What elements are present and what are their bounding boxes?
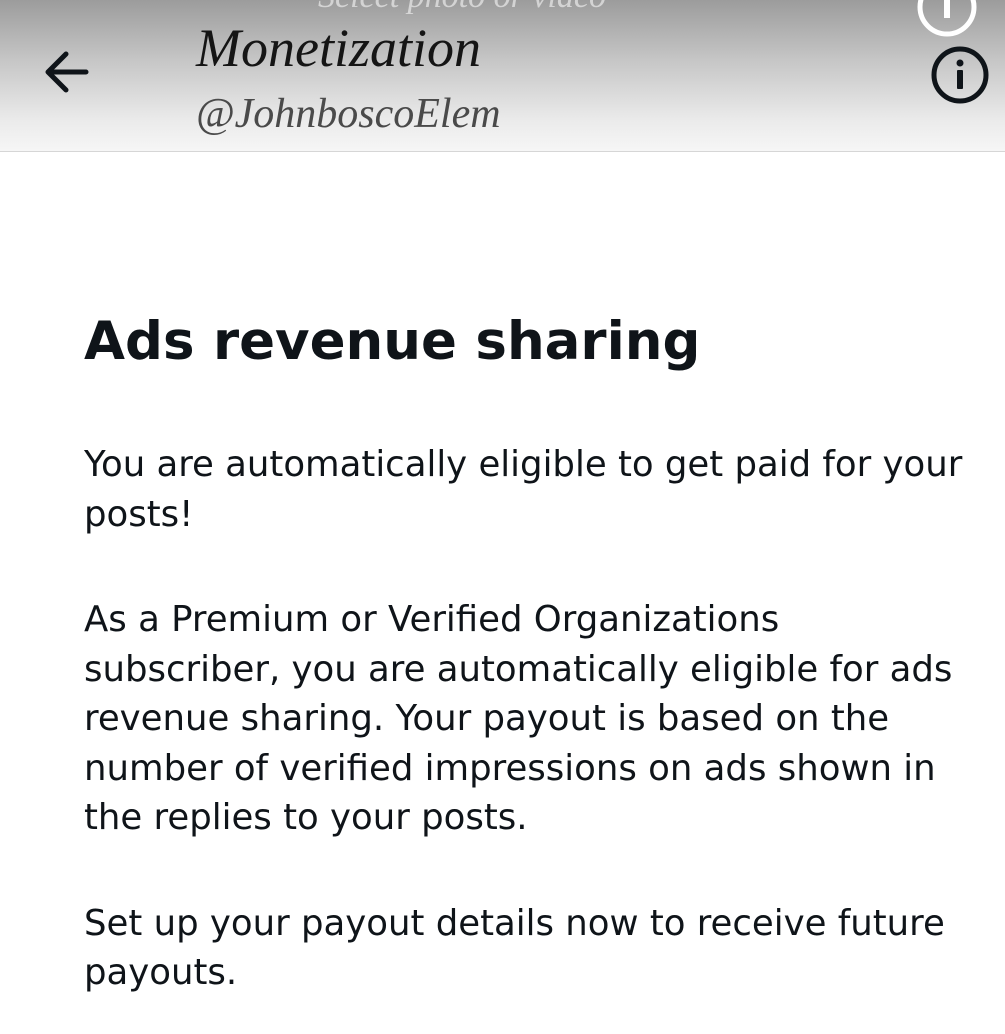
page-title: Monetization — [196, 18, 481, 78]
subscriber-paragraph: As a Premium or Verified Organizations s… — [84, 599, 953, 838]
back-button[interactable] — [38, 44, 100, 100]
overlay-circle-icon — [917, 0, 977, 37]
eligibility-paragraph: You are automatically eligible to get pa… — [84, 444, 963, 535]
underlying-screen-text: Select photo or video — [318, 0, 606, 16]
account-handle: @JohnboscoElem — [196, 91, 501, 137]
payout-setup-paragraph: Set up your payout details now to receiv… — [84, 902, 945, 994]
info-button[interactable] — [929, 44, 991, 106]
info-icon — [931, 46, 989, 104]
top-app-bar: Select photo or video Monetization @John… — [0, 0, 1005, 152]
section-heading: Ads revenue sharing — [84, 311, 701, 372]
arrow-left-icon — [45, 51, 89, 93]
close-icon — [36, 0, 86, 14]
main-content: Ads revenue sharing You are automaticall… — [84, 300, 964, 998]
